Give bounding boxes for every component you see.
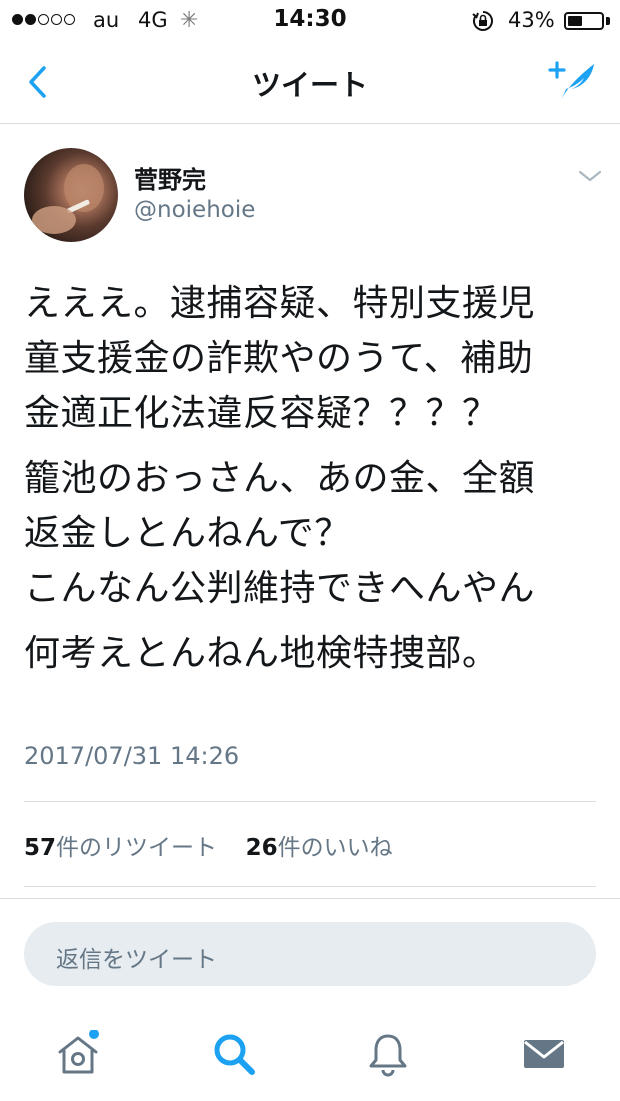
like-stat[interactable]: 26件のいいね (246, 835, 393, 861)
reply-placeholder: 返信をツイート (56, 947, 217, 973)
tweet-line: こんなん公判維持できへんやん (24, 568, 536, 609)
avatar-photo (32, 164, 104, 234)
home-icon[interactable] (54, 1030, 102, 1078)
tweet-line: 童支援金の詐欺やのうて、補助 (24, 338, 534, 379)
divider (24, 886, 596, 887)
like-count: 26 (245, 835, 278, 861)
tweet-line: 籠池のおっさん、あの金、全額 (24, 458, 536, 499)
page-title: ツイート (251, 68, 368, 102)
tweet-line: 金適正化法違反容疑？？？？ (24, 393, 499, 434)
tweet-timestamp: 2017/07/31 14:26 (24, 742, 240, 770)
battery-cap (606, 17, 610, 25)
bell-icon[interactable] (364, 1030, 412, 1078)
envelope-icon[interactable] (520, 1030, 568, 1078)
divider (0, 898, 620, 899)
orientation-lock-icon (472, 11, 493, 31)
retweet-count: 57 (24, 835, 57, 861)
retweet-label: 件のリツイート (56, 835, 218, 861)
user-handle[interactable]: @noiehoie (134, 197, 255, 223)
battery-percent: 43% (508, 8, 555, 32)
tweet-line: 何考えとんねん地検特捜部。 (24, 633, 499, 674)
like-label: 件のいいね (277, 835, 393, 861)
tweet-line: えええ。逮捕容疑、特別支援児 (24, 283, 536, 324)
notification-dot (89, 1030, 99, 1039)
reply-input[interactable]: 返信をツイート (24, 922, 596, 986)
nav-bar: ツイート (0, 40, 620, 124)
search-icon[interactable] (210, 1030, 258, 1078)
divider (24, 801, 596, 802)
tweet-text: えええ。逮捕容疑、特別支援児 童支援金の詐欺やのうて、補助 金適正化法違反容疑？… (24, 276, 604, 681)
tweet-line: 返金しとんねんで？ (24, 513, 351, 554)
chevron-down-icon[interactable] (576, 166, 604, 186)
display-name[interactable]: 菅野完 (134, 160, 206, 195)
battery-icon (564, 12, 604, 30)
avatar[interactable] (24, 148, 118, 242)
status-bar: au 4G ✳ 14:30 43% (0, 0, 620, 40)
retweet-stat[interactable]: 57件のリツイート (24, 835, 217, 861)
compose-tweet-icon[interactable] (546, 56, 598, 108)
tweet-stats: 57件のリツイート 26件のいいね (24, 828, 393, 862)
